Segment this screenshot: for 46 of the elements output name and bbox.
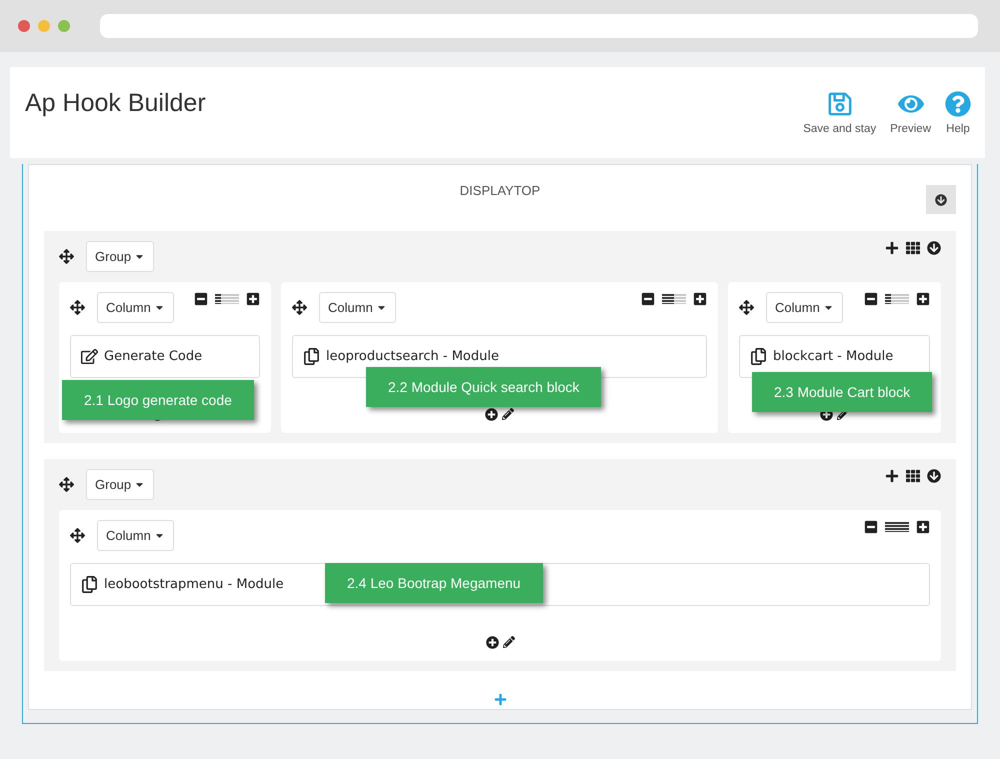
grid-icon[interactable] — [906, 241, 920, 255]
grid-icon[interactable] — [906, 469, 920, 483]
plus-icon[interactable] — [885, 241, 899, 255]
column-dropdown[interactable]: Column — [319, 292, 396, 323]
toolbar-button[interactable]: Preview — [890, 90, 931, 134]
move-icon[interactable] — [292, 300, 307, 315]
pencil-icon[interactable] — [502, 636, 514, 649]
callout-tooltip: 2.4 Leo Bootrap Megamenu — [325, 563, 543, 603]
module-label: leoproductsearch - Module — [326, 349, 499, 364]
close-dot[interactable] — [18, 20, 30, 32]
module-item[interactable]: Generate Code — [70, 335, 260, 378]
move-icon[interactable] — [70, 528, 85, 543]
plus-icon[interactable] — [885, 469, 899, 483]
column-dropdown[interactable]: Column — [766, 292, 843, 323]
group-dropdown[interactable]: Group — [86, 241, 154, 272]
maximize-dot[interactable] — [58, 20, 70, 32]
column-dropdown[interactable]: Column — [97, 520, 174, 551]
group-dropdown[interactable]: Group — [86, 469, 154, 500]
help-icon — [945, 90, 971, 116]
width-bar[interactable] — [215, 294, 239, 304]
pencil-icon[interactable] — [502, 408, 514, 421]
move-icon[interactable] — [70, 300, 85, 315]
callout-tooltip: 2.1 Logo generate code — [62, 380, 254, 420]
copy-icon — [750, 348, 767, 365]
collapse-button[interactable] — [926, 185, 956, 214]
hook-name: DISPLAYTOP — [460, 183, 540, 200]
toolbar-button[interactable]: Save and stay — [803, 90, 876, 134]
save-icon — [826, 90, 853, 116]
width-bar[interactable] — [662, 294, 686, 304]
copy-icon — [303, 348, 320, 365]
minimize-dot[interactable] — [38, 20, 50, 32]
page-title: Ap Hook Builder — [25, 89, 206, 118]
move-icon[interactable] — [739, 300, 754, 315]
callout-tooltip: 2.2 Module Quick search block — [366, 367, 602, 407]
move-icon[interactable] — [59, 477, 74, 492]
toolbar-button[interactable]: Help — [945, 90, 971, 134]
copy-icon — [81, 576, 98, 593]
width-bar[interactable] — [885, 522, 909, 532]
module-label: leobootstrapmenu - Module — [104, 577, 284, 592]
move-icon[interactable] — [59, 249, 74, 264]
column-dropdown[interactable]: Column — [97, 292, 174, 323]
callout-tooltip: 2.3 Module Cart block — [752, 372, 932, 412]
width-bar[interactable] — [885, 294, 909, 304]
edit-icon — [81, 348, 98, 365]
module-label: blockcart - Module — [773, 349, 894, 364]
module-label: Generate Code — [104, 349, 202, 364]
